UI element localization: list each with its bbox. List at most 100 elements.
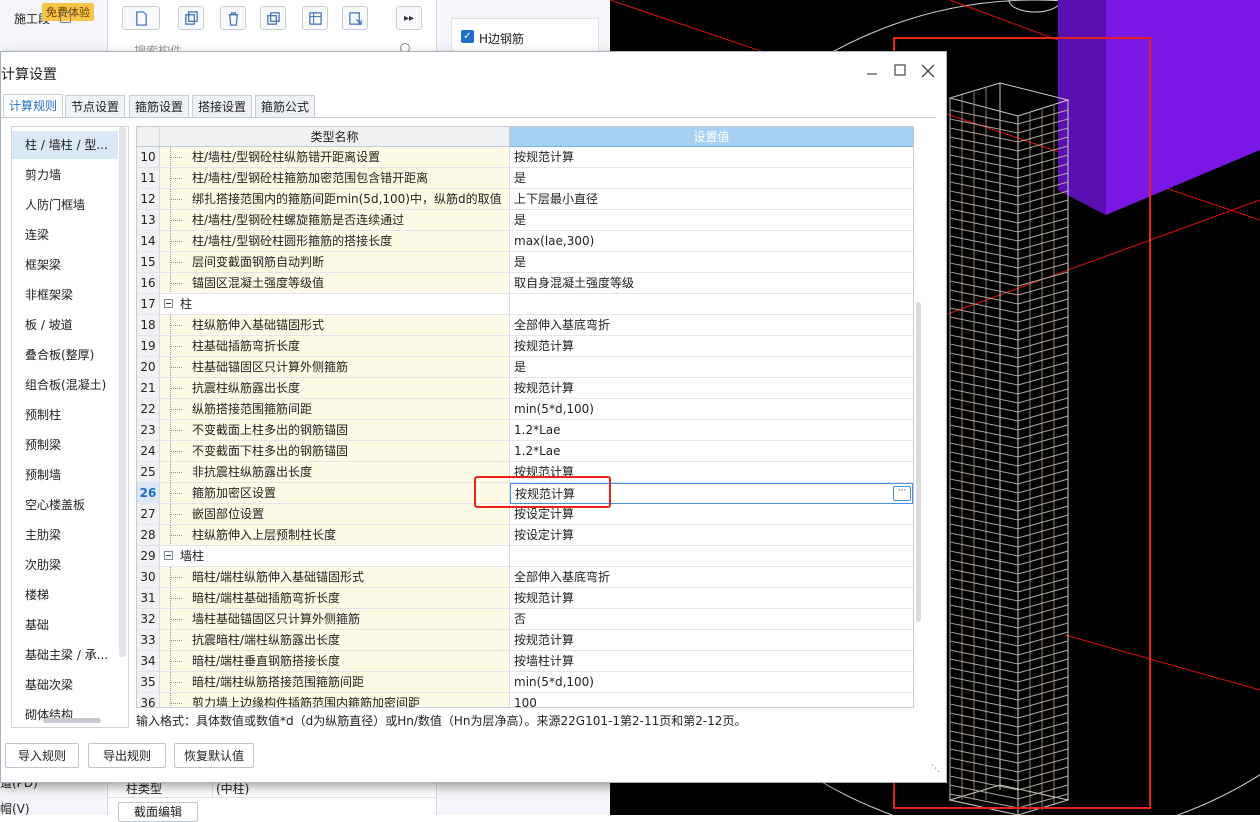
setting-value-cell[interactable]: 按规范计算 bbox=[510, 147, 913, 168]
table-row[interactable]: 10 柱/墙柱/型钢砼柱纵筋错开距离设置 按规范计算 bbox=[137, 147, 913, 168]
export-rules-button[interactable]: 导出规则 bbox=[88, 743, 166, 768]
new-component-button[interactable] bbox=[122, 6, 160, 30]
setting-value-cell[interactable]: min(5*d,100) bbox=[510, 399, 913, 420]
table-row[interactable]: 14 柱/墙柱/型钢砼柱圆形箍筋的搭接长度 max(lae,300) bbox=[137, 231, 913, 252]
table-row[interactable]: 21 抗震柱纵筋露出长度 按规范计算 bbox=[137, 378, 913, 399]
setting-value-cell[interactable]: 是 bbox=[510, 210, 913, 231]
setting-name-cell[interactable]: 抗震柱纵筋露出长度 bbox=[160, 378, 510, 399]
setting-value-cell[interactable]: 全部伸入基底弯折 bbox=[510, 567, 913, 588]
close-button[interactable] bbox=[919, 62, 937, 80]
setting-name-cell[interactable]: 柱/墙柱/型钢砼柱纵筋错开距离设置 bbox=[160, 147, 510, 168]
setting-value-cell[interactable] bbox=[510, 294, 913, 315]
column-header-name[interactable]: 类型名称 bbox=[160, 127, 510, 147]
category-item[interactable]: 预制墙 bbox=[12, 461, 118, 489]
table-row[interactable]: 33 抗震暗柱/端柱纵筋露出长度 按规范计算 bbox=[137, 630, 913, 651]
setting-value-cell[interactable]: 100 bbox=[510, 693, 913, 707]
setting-name-cell[interactable]: 柱/墙柱/型钢砼柱圆形箍筋的搭接长度 bbox=[160, 231, 510, 252]
category-item[interactable]: 砌体结构 bbox=[12, 701, 118, 727]
h-side-rebar-checkbox-label[interactable]: H边钢筋 bbox=[479, 30, 524, 47]
setting-value-cell[interactable]: 按规范计算 bbox=[510, 378, 913, 399]
setting-name-cell[interactable]: 柱纵筋伸入基础锚固形式 bbox=[160, 315, 510, 336]
checkbox-checked-icon[interactable]: ✓ bbox=[461, 30, 474, 43]
setting-value-cell[interactable]: 是 bbox=[510, 357, 913, 378]
table-row[interactable]: 12 绑扎搭接范围内的箍筋间距min(5d,100)中，纵筋d的取值 上下层最小直径 bbox=[137, 189, 913, 210]
category-item[interactable]: 叠合板(整厚) bbox=[12, 341, 118, 369]
setting-name-cell[interactable]: 柱基础锚固区只计算外侧箍筋 bbox=[160, 357, 510, 378]
setting-name-cell[interactable]: 不变截面下柱多出的钢筋锚固 bbox=[160, 441, 510, 462]
category-item[interactable]: 框架梁 bbox=[12, 251, 118, 279]
copy-button[interactable] bbox=[178, 6, 204, 30]
setting-value-cell[interactable]: 是 bbox=[510, 168, 913, 189]
tab-stirrup-formula[interactable]: 箍筋公式 bbox=[255, 95, 316, 117]
table-row[interactable]: 19 柱基础插筋弯折长度 按规范计算 bbox=[137, 336, 913, 357]
table-row[interactable]: 34 暗柱/端柱垂直钢筋搭接长度 按墙柱计算 bbox=[137, 651, 913, 672]
setting-value-cell[interactable]: 按规范计算 bbox=[510, 336, 913, 357]
table-row[interactable]: 15 层间变截面钢筋自动判断 是 bbox=[137, 252, 913, 273]
setting-name-cell[interactable]: 柱纵筋伸入上层预制柱长度 bbox=[160, 525, 510, 546]
setting-value-cell[interactable]: 按规范计算 bbox=[510, 630, 913, 651]
setting-value-cell[interactable]: 按规范计算 bbox=[510, 588, 913, 609]
setting-name-cell[interactable]: 绑扎搭接范围内的箍筋间距min(5d,100)中，纵筋d的取值 bbox=[160, 189, 510, 210]
setting-value-cell[interactable] bbox=[510, 546, 913, 567]
category-item[interactable]: 次肋梁 bbox=[12, 551, 118, 579]
category-item[interactable]: 组合板(混凝土) bbox=[12, 371, 118, 399]
setting-name-cell[interactable]: 墙柱 bbox=[160, 546, 510, 567]
setting-value-cell[interactable]: 按设定计算 bbox=[510, 525, 913, 546]
column-header-value[interactable]: 设置值 bbox=[510, 127, 913, 147]
table-row[interactable]: 28 柱纵筋伸入上层预制柱长度 按设定计算 bbox=[137, 525, 913, 546]
table-row[interactable]: 22 纵筋搭接范围箍筋间距 min(5*d,100) bbox=[137, 399, 913, 420]
tab-lap-settings[interactable]: 搭接设置 bbox=[192, 95, 253, 117]
table-row[interactable]: 11 柱/墙柱/型钢砼柱箍筋加密范围包含错开距离 是 bbox=[137, 168, 913, 189]
setting-value-cell[interactable]: min(5*d,100) bbox=[510, 672, 913, 693]
table-row[interactable]: 20 柱基础锚固区只计算外侧箍筋 是 bbox=[137, 357, 913, 378]
duplicate-layer-button[interactable] bbox=[260, 6, 286, 30]
restore-defaults-button[interactable]: 恢复默认值 bbox=[174, 743, 254, 768]
category-item[interactable]: 基础次梁 bbox=[12, 671, 118, 699]
setting-name-cell[interactable]: 柱基础插筋弯折长度 bbox=[160, 336, 510, 357]
table-row[interactable]: 29 墙柱 bbox=[137, 546, 913, 567]
setting-value-cell[interactable]: 全部伸入基底弯折 bbox=[510, 315, 913, 336]
table-row[interactable]: 18 柱纵筋伸入基础锚固形式 全部伸入基底弯折 bbox=[137, 315, 913, 336]
table-row[interactable]: 36 剪力墙上边缘构件插筋范围内箍筋加密间距 100 bbox=[137, 693, 913, 707]
maximize-button[interactable] bbox=[891, 62, 909, 80]
setting-name-cell[interactable]: 非抗震柱纵筋露出长度 bbox=[160, 462, 510, 483]
setting-value-cell[interactable]: 取自身混凝土强度等级 bbox=[510, 273, 913, 294]
category-list-scrollbar[interactable] bbox=[119, 127, 126, 657]
collapse-icon[interactable] bbox=[164, 551, 173, 560]
category-item[interactable]: 基础主梁 / 承... bbox=[12, 641, 118, 669]
setting-name-cell[interactable]: 层间变截面钢筋自动判断 bbox=[160, 252, 510, 273]
category-item[interactable]: 基础 bbox=[12, 611, 118, 639]
setting-value-cell[interactable]: 1.2*Lae bbox=[510, 420, 913, 441]
setting-name-cell[interactable]: 柱/墙柱/型钢砼柱螺旋箍筋是否连续通过 bbox=[160, 210, 510, 231]
category-item[interactable]: 非框架梁 bbox=[12, 281, 118, 309]
minimize-button[interactable] bbox=[863, 62, 881, 80]
category-item[interactable]: 剪力墙 bbox=[12, 161, 118, 189]
category-item[interactable]: 预制柱 bbox=[12, 401, 118, 429]
lock-icon[interactable] bbox=[60, 12, 71, 23]
setting-name-cell[interactable]: 墙柱基础锚固区只计算外侧箍筋 bbox=[160, 609, 510, 630]
resize-grip-icon[interactable]: ⋱ bbox=[931, 764, 940, 774]
setting-value-cell[interactable]: max(lae,300) bbox=[510, 231, 913, 252]
setting-name-cell[interactable]: 剪力墙上边缘构件插筋范围内箍筋加密间距 bbox=[160, 693, 510, 707]
left-item-v[interactable]: 帽(V) bbox=[0, 800, 30, 817]
setting-name-cell[interactable]: 暗柱/端柱基础插筋弯折长度 bbox=[160, 588, 510, 609]
category-item[interactable]: 预制梁 bbox=[12, 431, 118, 459]
tab-node-settings[interactable]: 节点设置 bbox=[65, 95, 126, 117]
tab-stirrup-settings[interactable]: 箍筋设置 bbox=[129, 95, 190, 117]
category-item[interactable]: 连梁 bbox=[12, 221, 118, 249]
table-row[interactable]: 16 锚固区混凝土强度等级值 取自身混凝土强度等级 bbox=[137, 273, 913, 294]
export-button[interactable] bbox=[342, 6, 368, 30]
setting-name-cell[interactable]: 暗柱/端柱纵筋搭接范围箍筋间距 bbox=[160, 672, 510, 693]
setting-name-cell[interactable]: 柱 bbox=[160, 294, 510, 315]
category-item[interactable]: 柱 / 墙柱 / 型... bbox=[12, 131, 118, 159]
tab-calc-rules[interactable]: 计算规则 bbox=[3, 94, 64, 118]
category-item[interactable]: 空心楼盖板 bbox=[12, 491, 118, 519]
setting-value-cell[interactable]: 1.2*Lae bbox=[510, 441, 913, 462]
more-toolbar-button[interactable]: ▸▸ bbox=[396, 6, 422, 30]
setting-name-cell[interactable]: 纵筋搭接范围箍筋间距 bbox=[160, 399, 510, 420]
setting-name-cell[interactable]: 锚固区混凝土强度等级值 bbox=[160, 273, 510, 294]
import-rules-button[interactable]: 导入规则 bbox=[5, 743, 79, 768]
table-row[interactable]: 23 不变截面上柱多出的钢筋锚固 1.2*Lae bbox=[137, 420, 913, 441]
table-row[interactable]: 17 柱 bbox=[137, 294, 913, 315]
ellipsis-button[interactable]: ··· bbox=[893, 486, 911, 501]
